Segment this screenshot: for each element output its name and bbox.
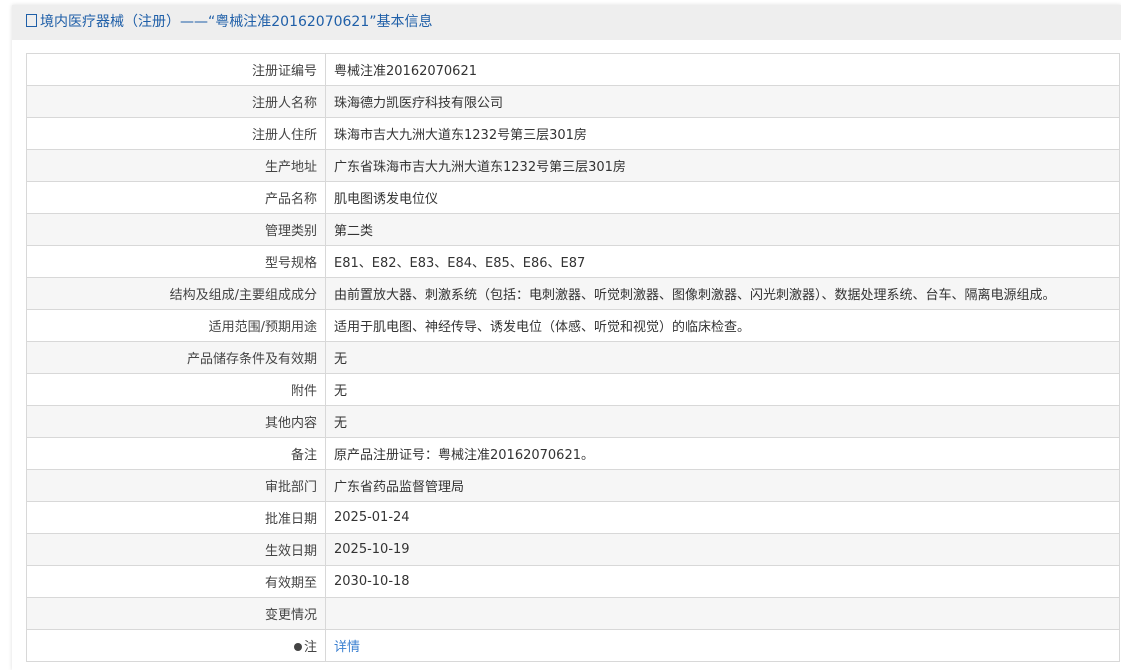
field-label: 管理类别 — [26, 213, 326, 246]
document-icon — [26, 14, 37, 27]
field-value: 肌电图诱发电位仪 — [325, 181, 1120, 214]
table-row: 审批部门 广东省药品监督管理局 — [26, 469, 1120, 502]
info-table: 注册证编号 粤械注准20162070621 注册人名称 珠海德力凯医疗科技有限公司 注册… — [26, 53, 1120, 662]
field-label: 附件 — [26, 373, 326, 406]
field-value: 第二类 — [325, 213, 1120, 246]
field-value: 珠海德力凯医疗科技有限公司 — [325, 85, 1120, 118]
table-row: 生效日期 2025-10-19 — [26, 533, 1120, 566]
field-value: 无 — [325, 373, 1120, 406]
field-value: 珠海市吉大九洲大道东1232号第三层301房 — [325, 117, 1120, 150]
field-label: 其他内容 — [26, 405, 326, 438]
field-label: 审批部门 — [26, 469, 326, 502]
field-label: 备注 — [26, 437, 326, 470]
pin-icon — [293, 643, 302, 651]
table-row: 变更情况 — [26, 597, 1120, 630]
field-value: 原产品注册证号：粤械注准20162070621。 — [325, 437, 1120, 470]
table-row: 管理类别 第二类 — [26, 213, 1120, 246]
field-label: 型号规格 — [26, 245, 326, 278]
field-label: 注册人名称 — [26, 85, 326, 118]
field-value: 2025-10-19 — [325, 533, 1120, 566]
table-row: 附件无 — [26, 373, 1120, 406]
field-value: 粤械注准20162070621 — [325, 53, 1120, 86]
field-label: 产品名称 — [26, 181, 326, 214]
field-label: 注册人住所 — [26, 117, 326, 150]
table-row: 有效期至 2030-10-18 — [26, 565, 1120, 598]
field-value: 2030-10-18 — [325, 565, 1120, 598]
field-value: 由前置放大器、刺激系统（包括：电刺激器、听觉刺激器、图像刺激器、闪光刺激器）、数… — [325, 277, 1120, 310]
details-link[interactable]: 详情 — [334, 640, 360, 655]
panel-header: 境内医疗器械（注册）——“粤械注准20162070621”基本信息 — [12, 5, 1121, 40]
field-value: 无 — [325, 341, 1120, 374]
field-label: 产品储存条件及有效期 — [26, 341, 326, 374]
field-value: 广东省药品监督管理局 — [325, 469, 1120, 502]
field-value: 2025-01-24 — [325, 501, 1120, 534]
table-row: 批准日期 2025-01-24 — [26, 501, 1120, 534]
field-label: 生效日期 — [26, 533, 326, 566]
table-row: 产品名称 肌电图诱发电位仪 — [26, 181, 1120, 214]
table-row: 生产地址 广东省珠海市吉大九洲大道东1232号第三层301房 — [26, 149, 1120, 182]
field-label: 适用范围/预期用途 — [26, 309, 326, 342]
field-value — [325, 597, 1120, 630]
table-row: 备注 原产品注册证号：粤械注准20162070621。 — [26, 437, 1120, 470]
field-label: 注册证编号 — [26, 53, 326, 86]
field-label: 生产地址 — [26, 149, 326, 182]
field-value: E81、E82、E83、E84、E85、E86、E87 — [325, 245, 1120, 278]
field-value: 适用于肌电图、神经传导、诱发电位（体感、听觉和视觉）的临床检查。 — [325, 309, 1120, 342]
field-value: 广东省珠海市吉大九洲大道东1232号第三层301房 — [325, 149, 1120, 182]
table-row: 注册证编号 粤械注准20162070621 — [26, 53, 1120, 86]
table-row-note: 注 详情 — [26, 629, 1120, 662]
field-label: 结构及组成/主要组成成分 — [26, 277, 326, 310]
table-row: 注册人住所 珠海市吉大九洲大道东1232号第三层301房 — [26, 117, 1120, 150]
page-title: 境内医疗器械（注册）——“粤械注准20162070621”基本信息 — [40, 14, 433, 30]
table-row: 其他内容无 — [26, 405, 1120, 438]
field-label: 批准日期 — [26, 501, 326, 534]
table-row: 注册人名称 珠海德力凯医疗科技有限公司 — [26, 85, 1120, 118]
table-row: 适用范围/预期用途 适用于肌电图、神经传导、诱发电位（体感、听觉和视觉）的临床检查… — [26, 309, 1120, 342]
field-value: 详情 — [325, 629, 1120, 662]
table-row: 结构及组成/主要组成成分 由前置放大器、刺激系统（包括：电刺激器、听觉刺激器、图像… — [26, 277, 1120, 310]
table-row: 型号规格 E81、E82、E83、E84、E85、E86、E87 — [26, 245, 1120, 278]
field-value: 无 — [325, 405, 1120, 438]
field-label: 变更情况 — [26, 597, 326, 630]
field-label: 注 — [26, 629, 326, 662]
note-label: 注 — [303, 640, 317, 655]
table-row: 产品储存条件及有效期无 — [26, 341, 1120, 374]
info-panel: 境内医疗器械（注册）——“粤械注准20162070621”基本信息 注册证编号粤… — [12, 5, 1121, 670]
field-label: 有效期至 — [26, 565, 326, 598]
